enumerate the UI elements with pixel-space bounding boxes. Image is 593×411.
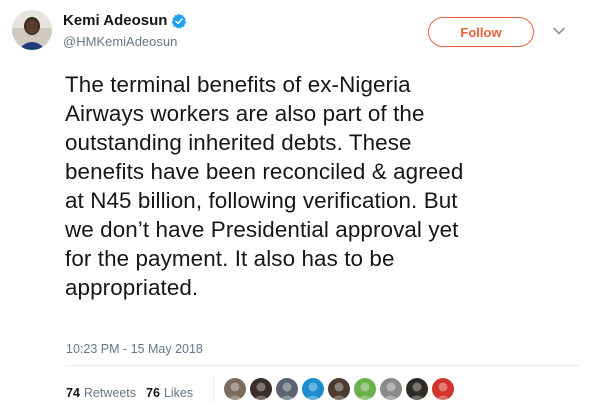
liker-avatar[interactable] bbox=[328, 378, 350, 400]
tweet-line: The terminal benefits of ex-Nigeria bbox=[65, 72, 411, 97]
likes-count: 76 bbox=[146, 386, 160, 400]
user-handle[interactable]: @HMKemiAdeosun bbox=[63, 34, 187, 50]
liker-avatar[interactable] bbox=[276, 378, 298, 400]
chevron-down-icon[interactable] bbox=[552, 24, 566, 38]
likers-avatars bbox=[224, 378, 458, 400]
likes-stat[interactable]: 76 Likes bbox=[146, 386, 193, 400]
stats-separator bbox=[213, 378, 214, 402]
tweet-line: we don’t have Presidential approval yet bbox=[65, 217, 459, 242]
tweet-text: The terminal benefits of ex-Nigeria Airw… bbox=[65, 70, 565, 302]
likes-label: Likes bbox=[163, 386, 194, 400]
liker-avatar[interactable] bbox=[354, 378, 376, 400]
follow-button[interactable]: Follow bbox=[428, 17, 534, 47]
tweet-line: benefits have been reconciled & agreed bbox=[65, 159, 464, 184]
liker-avatar[interactable] bbox=[432, 378, 454, 400]
liker-avatar[interactable] bbox=[302, 378, 324, 400]
verified-badge-icon bbox=[171, 13, 187, 29]
tweet-timestamp[interactable]: 10:23 PM - 15 May 2018 bbox=[66, 342, 203, 356]
retweets-count: 74 bbox=[66, 386, 80, 400]
liker-avatar[interactable] bbox=[380, 378, 402, 400]
liker-avatar[interactable] bbox=[224, 378, 246, 400]
tweet-stats: 74 Retweets 76 Likes bbox=[66, 386, 203, 400]
tweet-line: at N45 billion, following verification. … bbox=[65, 188, 458, 213]
user-identity: Kemi Adeosun @HMKemiAdeosun bbox=[63, 12, 187, 50]
liker-avatar[interactable] bbox=[250, 378, 272, 400]
tweet-line: outstanding inherited debts. These bbox=[65, 130, 412, 155]
divider bbox=[65, 365, 580, 366]
retweets-label: Retweets bbox=[83, 386, 137, 400]
liker-avatar[interactable] bbox=[406, 378, 428, 400]
tweet-line: for the payment. It also has to be bbox=[65, 246, 395, 271]
tweet-line: appropriated. bbox=[65, 275, 199, 300]
tweet-line: Airways workers are also part of the bbox=[65, 101, 425, 126]
retweets-stat[interactable]: 74 Retweets bbox=[66, 386, 136, 400]
display-name[interactable]: Kemi Adeosun bbox=[63, 12, 167, 30]
avatar[interactable] bbox=[12, 10, 52, 50]
